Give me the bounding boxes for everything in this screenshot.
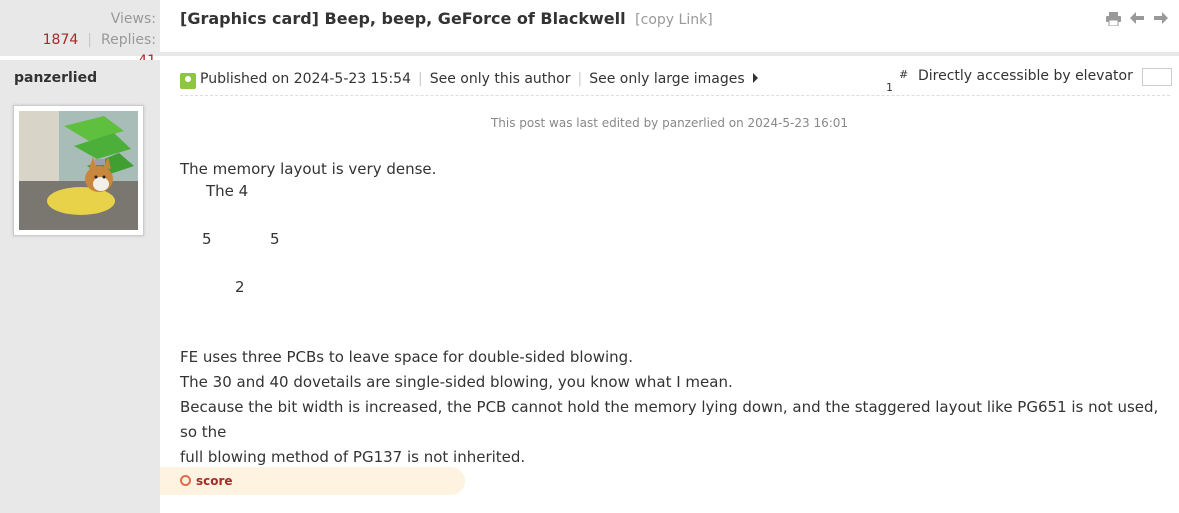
see-large-images-link[interactable]: See only large images	[589, 71, 744, 87]
score-label[interactable]: score	[196, 474, 233, 488]
avatar[interactable]	[13, 105, 144, 236]
elevator-input[interactable]	[1142, 68, 1172, 86]
author-sidebar: panzerlied	[0, 60, 160, 513]
meta-divider: |	[577, 71, 583, 87]
post-header: Published on 2024-5-23 15:54 | See only th…	[180, 66, 1172, 96]
next-thread-icon[interactable]	[1153, 12, 1169, 30]
see-only-author-link[interactable]: See only this author	[430, 71, 571, 87]
author-name[interactable]: panzerlied	[14, 70, 97, 86]
post-text-line: Because the bit width is increased, the …	[180, 398, 1159, 441]
floor-number[interactable]: 1	[886, 81, 893, 94]
views-label: Views:	[110, 11, 156, 27]
prev-thread-icon[interactable]	[1129, 12, 1145, 30]
thread-title-wrap: [Graphics card] Beep, beep, GeForce of B…	[180, 9, 713, 28]
post-body-lower: FE uses three PCBs to leave space for do…	[180, 345, 1170, 470]
replies-label: Replies:	[100, 32, 156, 48]
meta-divider: |	[418, 71, 423, 87]
post-text-line: FE uses three PCBs to leave space for do…	[180, 348, 633, 366]
thread-stats: Views: 1874|Replies: 41	[0, 0, 160, 69]
post-text-line: 2	[235, 278, 245, 296]
score-circle-icon	[180, 475, 191, 486]
floor-hash: #	[899, 68, 909, 81]
thread-actions	[1105, 12, 1169, 30]
post-text-line: 5	[270, 230, 280, 248]
post-text-line: 5	[202, 230, 212, 248]
stats-divider: |	[87, 32, 92, 48]
online-status-icon	[180, 73, 196, 89]
post-body: The memory layout is very dense.	[180, 157, 1170, 182]
post-text-line: The 4	[206, 182, 249, 200]
elevator-label: Directly accessible by elevator	[918, 68, 1133, 84]
edited-note: This post was last edited by panzerlied …	[490, 116, 849, 130]
score-bar[interactable]: score	[160, 467, 465, 495]
caret-right-icon[interactable]	[752, 73, 758, 83]
corgi-avatar-image	[19, 111, 138, 230]
publish-date: Published on 2024-5-23 15:54	[200, 71, 411, 87]
views-count: 1874	[42, 32, 79, 48]
thread-title-bar: [Graphics card] Beep, beep, GeForce of B…	[160, 0, 1179, 56]
post-content-area: Published on 2024-5-23 15:54 | See only th…	[160, 60, 1179, 513]
copy-link[interactable]: [copy Link]	[635, 12, 712, 28]
post-text-line: The 30 and 40 dovetails are single-sided…	[180, 373, 733, 391]
post-meta: Published on 2024-5-23 15:54 | See only th…	[200, 71, 758, 87]
post-text-line: The memory layout is very dense.	[180, 160, 437, 178]
print-icon[interactable]	[1105, 12, 1121, 30]
thread-title: [Graphics card] Beep, beep, GeForce of B…	[180, 9, 626, 28]
